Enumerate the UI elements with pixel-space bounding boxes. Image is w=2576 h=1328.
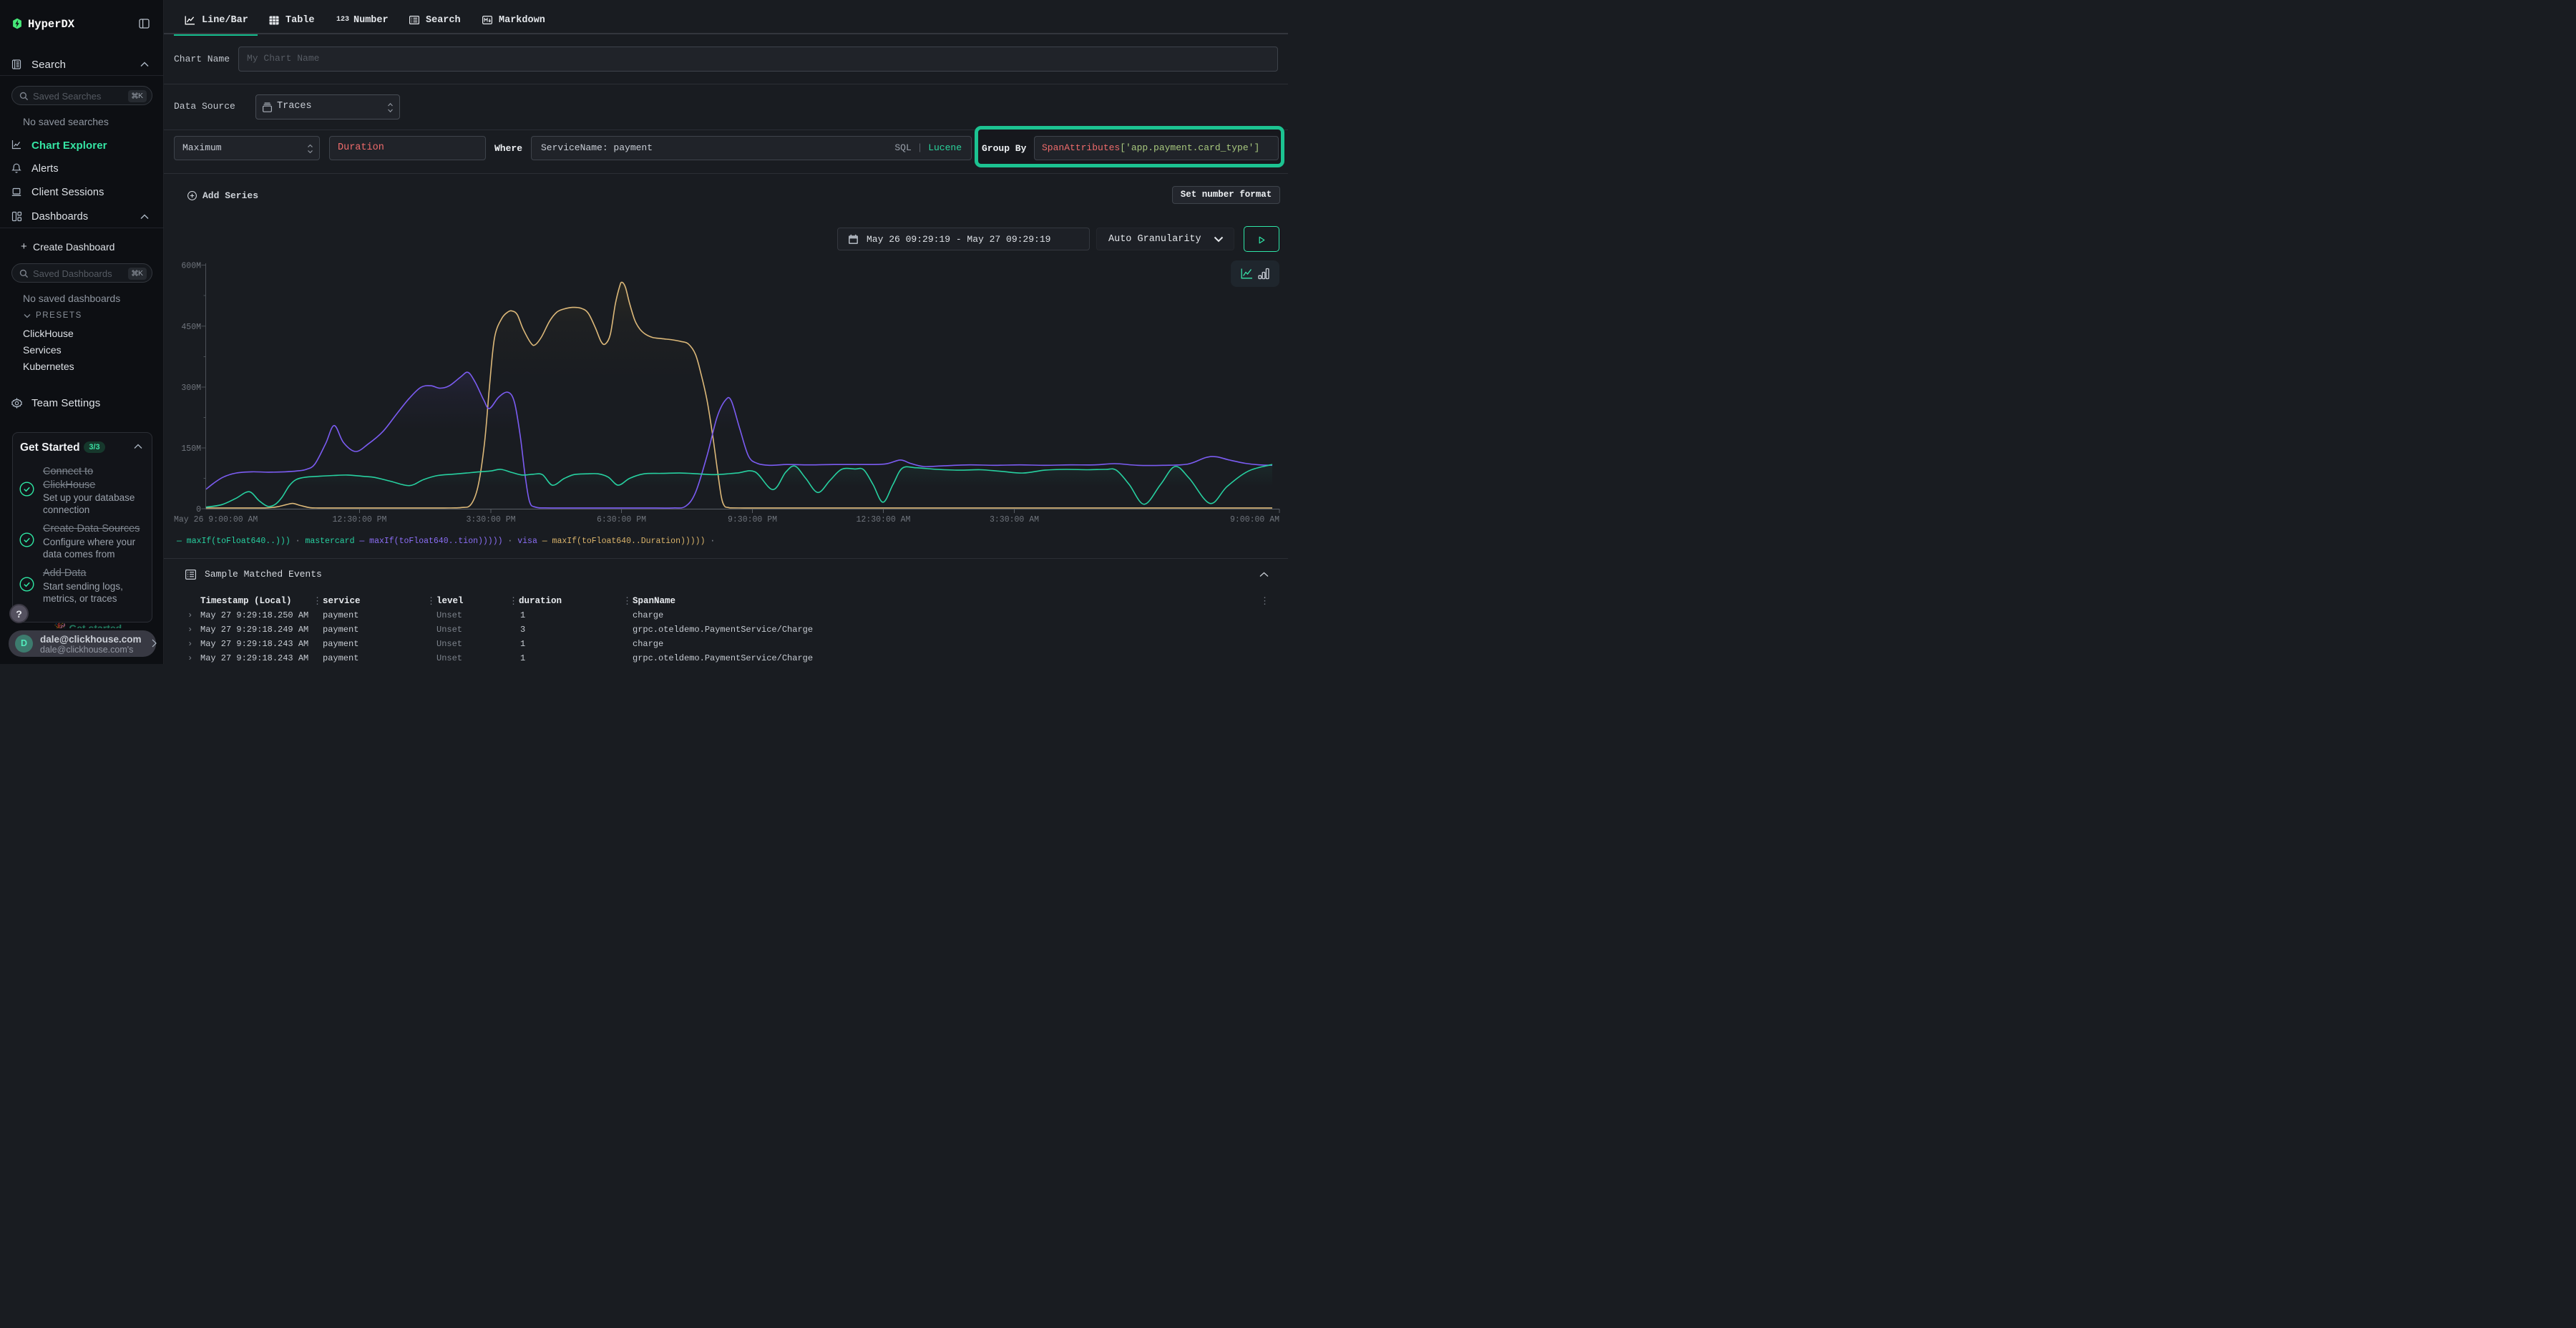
- svg-text:150M: 150M: [181, 444, 201, 454]
- svg-text:600M: 600M: [181, 262, 201, 271]
- svg-text:3:30:00 PM: 3:30:00 PM: [466, 515, 515, 524]
- svg-text:9:00:00 AM: 9:00:00 AM: [1230, 515, 1279, 524]
- svg-text:6:30:00 PM: 6:30:00 PM: [597, 515, 646, 524]
- svg-text:450M: 450M: [181, 323, 201, 332]
- svg-text:300M: 300M: [181, 384, 201, 393]
- svg-text:9:30:00 PM: 9:30:00 PM: [728, 515, 777, 524]
- svg-text:3:30:00 AM: 3:30:00 AM: [990, 515, 1039, 524]
- svg-text:12:30:00 AM: 12:30:00 AM: [857, 515, 911, 524]
- svg-text:0: 0: [196, 505, 201, 514]
- svg-text:12:30:00 PM: 12:30:00 PM: [333, 515, 387, 524]
- svg-text:May 26 9:00:00 AM: May 26 9:00:00 AM: [174, 515, 258, 524]
